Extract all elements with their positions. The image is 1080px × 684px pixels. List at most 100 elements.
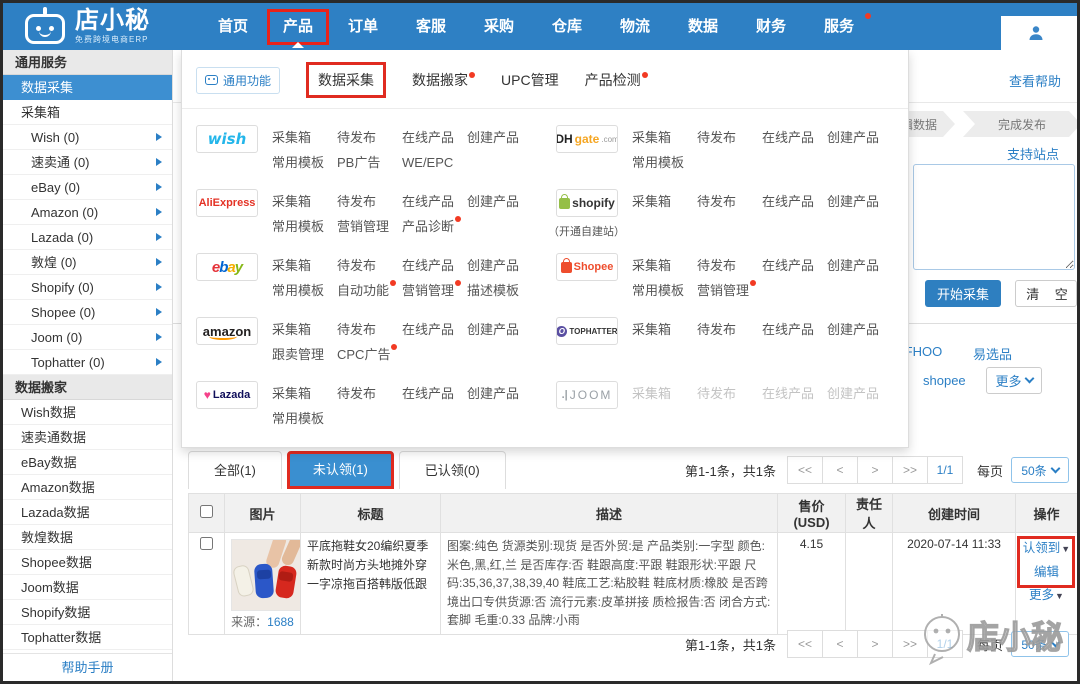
menu-link[interactable]: WE/EPC (402, 150, 467, 175)
nav-item-finance[interactable]: 财务 (737, 3, 805, 50)
sidebar-item-collect-box[interactable]: 采集箱 (3, 100, 172, 125)
per-page-select[interactable]: 50条 (1011, 457, 1069, 483)
sidebar-item-wish[interactable]: Wish (0) (3, 125, 172, 150)
brand-logo[interactable]: 店小秘 免费跨境电商ERP (25, 9, 150, 45)
menu-link[interactable]: 采集箱 (272, 125, 337, 150)
sidebar-item-ebay[interactable]: eBay (0) (3, 175, 172, 200)
nav-item-purchase[interactable]: 采购 (465, 3, 533, 50)
menu-link[interactable]: 营销管理 (402, 278, 467, 303)
menu-link[interactable]: 待发布 (337, 125, 402, 150)
menu-link[interactable]: 待发布 (697, 189, 762, 214)
menu-tab-data-migrate[interactable]: 数据搬家 (412, 70, 475, 90)
menu-link[interactable]: 创建产品 (827, 253, 892, 278)
edit-action[interactable]: 编辑 (1022, 561, 1071, 584)
menu-link[interactable]: 创建产品 (467, 381, 532, 406)
menu-link[interactable]: CPC广告 (337, 342, 402, 367)
menu-link[interactable]: 在线产品 (402, 317, 467, 342)
sidebar-item-wish-data[interactable]: Wish数据 (3, 400, 172, 425)
user-menu[interactable] (1001, 16, 1077, 50)
per-page-select[interactable]: 50条 (1011, 631, 1069, 657)
sidebar-item-ebay-data[interactable]: eBay数据 (3, 450, 172, 475)
view-help-link[interactable]: 查看帮助 (1009, 71, 1061, 90)
menu-link[interactable]: 描述模板 (467, 278, 532, 303)
menu-link[interactable]: 产品诊断 (402, 214, 467, 239)
menu-link[interactable]: 在线产品 (402, 381, 467, 406)
menu-link[interactable]: 常用模板 (272, 406, 337, 431)
menu-link[interactable]: 常用模板 (632, 150, 697, 175)
menu-link[interactable]: 创建产品 (827, 189, 892, 214)
sidebar-item-tophatter-data[interactable]: Tophatter数据 (3, 625, 172, 650)
claim-to-action[interactable]: 认领到▼ (1022, 537, 1071, 561)
page-next-button[interactable]: > (857, 630, 893, 658)
sidebar-item-dunhuang[interactable]: 敦煌 (0) (3, 250, 172, 275)
supported-sites-link[interactable]: 支持站点 (1007, 144, 1059, 163)
menu-link[interactable]: 待发布 (337, 317, 402, 342)
clear-button[interactable]: 清 空 (1015, 280, 1077, 307)
general-functions-badge[interactable]: 通用功能 (196, 67, 280, 94)
help-manual-link[interactable]: 帮助手册 (3, 653, 172, 680)
page-first-button[interactable]: << (787, 456, 823, 484)
menu-link[interactable]: 待发布 (337, 189, 402, 214)
sidebar-item-joom-data[interactable]: Joom数据 (3, 575, 172, 600)
menu-link[interactable]: 待发布 (337, 381, 402, 406)
tab-claimed[interactable]: 已认领(0) (399, 451, 506, 489)
more-action[interactable]: 更多▼ (1022, 584, 1071, 608)
sidebar-item-data-collect[interactable]: 数据采集 (3, 75, 172, 100)
sidebar-item-shopee[interactable]: Shopee (0) (3, 300, 172, 325)
menu-link[interactable]: 创建产品 (467, 317, 532, 342)
menu-tab-data-collect[interactable]: 数据采集 (306, 62, 386, 98)
row-checkbox[interactable] (200, 537, 213, 550)
menu-link[interactable]: 创建产品 (467, 189, 532, 214)
select-all-checkbox[interactable] (200, 505, 213, 518)
sidebar-item-shopee-data[interactable]: Shopee数据 (3, 550, 172, 575)
menu-link[interactable]: PB广告 (337, 150, 402, 175)
menu-link[interactable]: 营销管理 (697, 278, 762, 303)
sidebar-item-aliexpress-data[interactable]: 速卖通数据 (3, 425, 172, 450)
sidebar-item-lazada-data[interactable]: Lazada数据 (3, 500, 172, 525)
menu-link[interactable]: 常用模板 (632, 278, 697, 303)
menu-link[interactable]: 在线产品 (762, 125, 827, 150)
more-dropdown[interactable]: 更多 (986, 367, 1042, 394)
menu-link[interactable]: 常用模板 (272, 278, 337, 303)
sidebar-item-shopify[interactable]: Shopify (0) (3, 275, 172, 300)
menu-link[interactable]: 待发布 (697, 125, 762, 150)
menu-link[interactable]: 在线产品 (402, 125, 467, 150)
menu-link[interactable]: 自动功能 (337, 278, 402, 303)
sidebar-item-lazada[interactable]: Lazada (0) (3, 225, 172, 250)
collect-url-textarea[interactable] (913, 164, 1075, 270)
nav-item-service[interactable]: 客服 (397, 3, 465, 50)
menu-link[interactable]: 采集箱 (632, 125, 697, 150)
menu-link[interactable]: 待发布 (697, 317, 762, 342)
sidebar-item-amazon-data[interactable]: Amazon数据 (3, 475, 172, 500)
source-link[interactable]: 1688 (267, 615, 294, 629)
menu-link[interactable]: 待发布 (697, 253, 762, 278)
menu-link[interactable]: 在线产品 (402, 253, 467, 278)
tab-all[interactable]: 全部(1) (188, 451, 282, 489)
menu-link[interactable]: 营销管理 (337, 214, 402, 239)
menu-link[interactable]: 在线产品 (762, 317, 827, 342)
menu-link[interactable]: 创建产品 (467, 253, 532, 278)
page-last-button[interactable]: >> (892, 630, 928, 658)
menu-link[interactable]: 创建产品 (467, 125, 532, 150)
sidebar-item-joom[interactable]: Joom (0) (3, 325, 172, 350)
menu-link[interactable]: 采集箱 (632, 189, 697, 214)
menu-link[interactable]: 创建产品 (827, 125, 892, 150)
menu-link[interactable]: 待发布 (697, 381, 762, 406)
menu-link[interactable]: 采集箱 (632, 317, 697, 342)
quick-link-shopee[interactable]: shopee (923, 373, 966, 388)
sidebar-item-amazon[interactable]: Amazon (0) (3, 200, 172, 225)
menu-link[interactable]: 采集箱 (272, 317, 337, 342)
nav-item-services[interactable]: 服务 (805, 3, 873, 50)
menu-link[interactable]: 创建产品 (827, 317, 892, 342)
menu-link[interactable]: 在线产品 (762, 381, 827, 406)
sidebar-item-dunhuang-data[interactable]: 敦煌数据 (3, 525, 172, 550)
menu-link[interactable]: 在线产品 (762, 189, 827, 214)
page-first-button[interactable]: << (787, 630, 823, 658)
tab-unclaimed[interactable]: 未认领(1) (287, 451, 394, 489)
menu-link[interactable]: 采集箱 (632, 381, 697, 406)
sidebar-item-shopify-data[interactable]: Shopify数据 (3, 600, 172, 625)
page-last-button[interactable]: >> (892, 456, 928, 484)
menu-link[interactable]: 待发布 (337, 253, 402, 278)
page-prev-button[interactable]: < (822, 630, 858, 658)
sidebar-item-aliexpress[interactable]: 速卖通 (0) (3, 150, 172, 175)
